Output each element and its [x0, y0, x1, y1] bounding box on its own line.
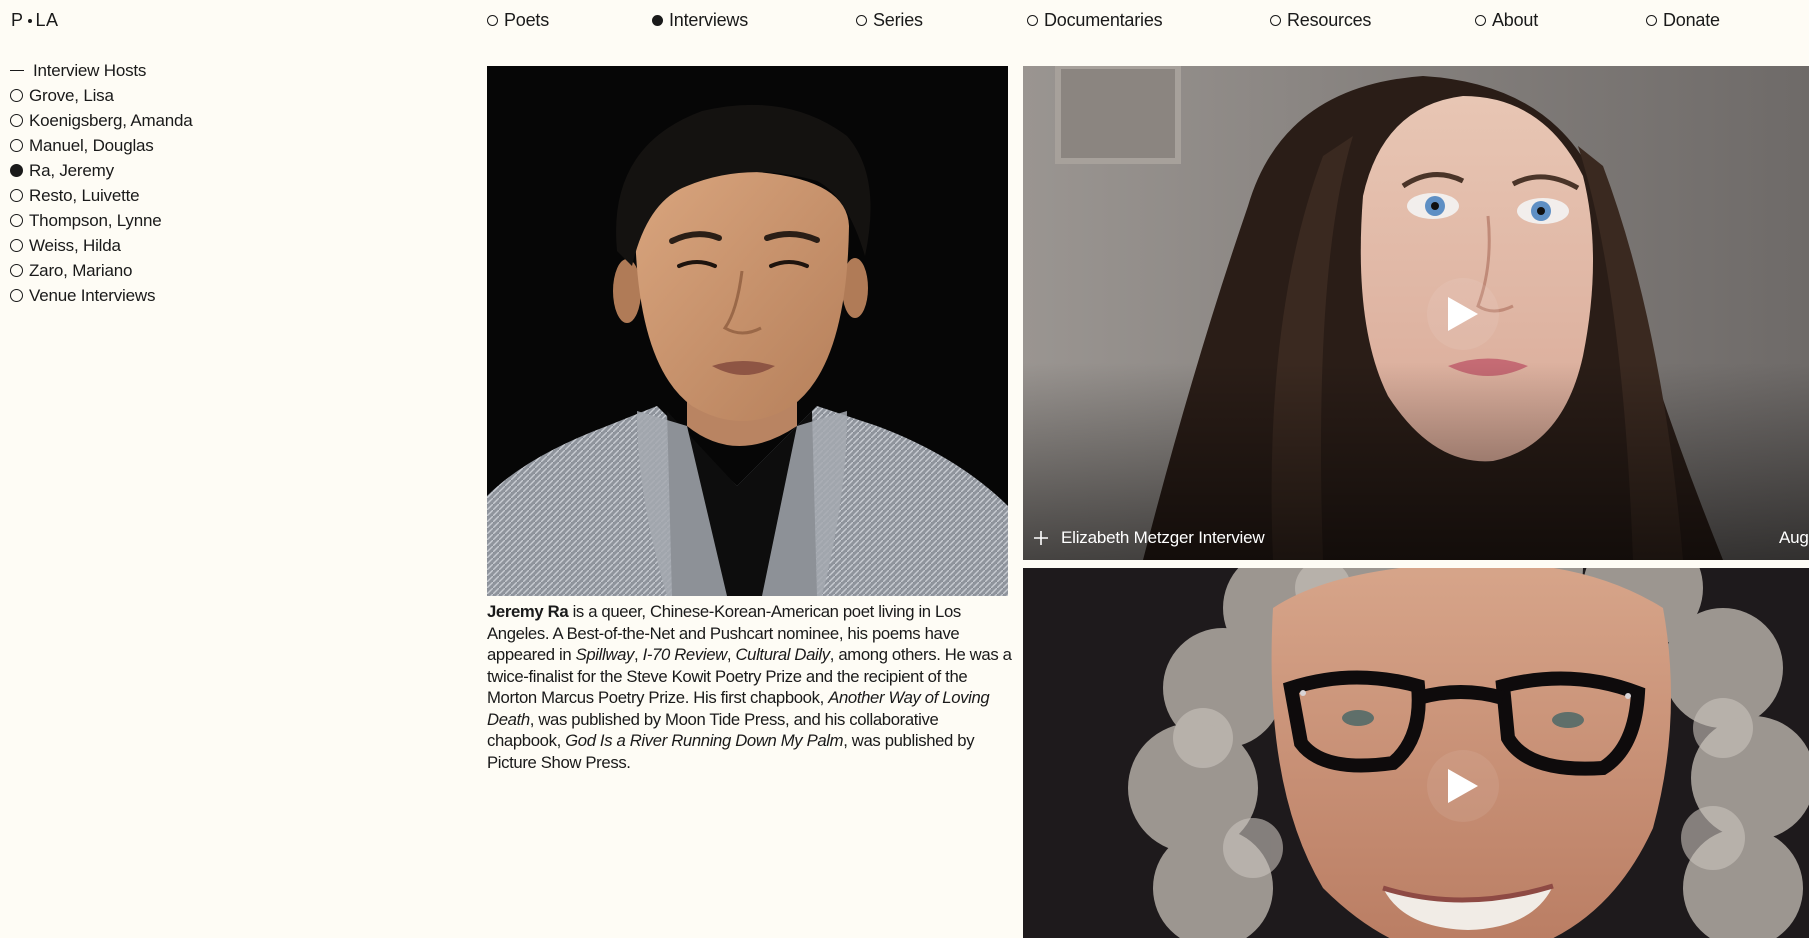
- host-portrait-illustration: [487, 66, 1008, 596]
- bio-text-segment: ,: [634, 645, 643, 664]
- sidebar-item-ra-jeremy[interactable]: Ra, Jeremy: [10, 158, 270, 183]
- sidebar-item-label: Koenigsberg, Amanda: [29, 110, 193, 130]
- nav-label: Series: [873, 10, 923, 30]
- sidebar-item-label: Grove, Lisa: [29, 85, 114, 105]
- video-title: Elizabeth Metzger Interview: [1061, 528, 1265, 547]
- sidebar-heading[interactable]: Interview Hosts: [10, 58, 270, 83]
- logo-letter-p: P: [11, 10, 24, 30]
- radio-filled-icon: [10, 164, 23, 177]
- radio-empty-icon: [10, 214, 23, 227]
- plus-icon: [1034, 531, 1048, 545]
- sidebar-item-label: Manuel, Douglas: [29, 135, 154, 155]
- play-icon: [1448, 769, 1478, 803]
- nav-label: Resources: [1287, 10, 1372, 30]
- radio-filled-icon: [652, 15, 663, 26]
- radio-empty-icon: [1475, 15, 1486, 26]
- sidebar-item-label: Ra, Jeremy: [29, 160, 114, 180]
- sidebar-item-label: Zaro, Mariano: [29, 260, 133, 280]
- radio-empty-icon: [10, 114, 23, 127]
- host-portrait-photo: [487, 66, 1008, 596]
- nav-label: Donate: [1663, 10, 1720, 30]
- sidebar-item-venue-interviews[interactable]: Venue Interviews: [10, 283, 270, 308]
- nav-item-poets[interactable]: Poets: [487, 10, 549, 31]
- video-thumbnail: [1023, 66, 1809, 560]
- radio-empty-icon: [10, 139, 23, 152]
- sidebar-item-label: Venue Interviews: [29, 285, 156, 305]
- host-name: Jeremy Ra: [487, 602, 569, 621]
- sidebar-item-resto-luivette[interactable]: Resto, Luivette: [10, 183, 270, 208]
- nav-item-resources[interactable]: Resources: [1270, 10, 1371, 31]
- play-button[interactable]: [1427, 750, 1499, 822]
- sidebar-heading-label: Interview Hosts: [33, 60, 147, 80]
- radio-empty-icon: [1027, 15, 1038, 26]
- video-card-second[interactable]: [1023, 568, 1809, 938]
- play-button[interactable]: [1427, 278, 1499, 350]
- radio-empty-icon: [10, 264, 23, 277]
- sidebar-item-label: Thompson, Lynne: [29, 210, 162, 230]
- bio-title-italic: God Is a River Running Down My Palm: [565, 731, 844, 750]
- radio-empty-icon: [10, 239, 23, 252]
- play-icon: [1448, 297, 1478, 331]
- nav-item-documentaries[interactable]: Documentaries: [1027, 10, 1163, 31]
- video-date: Aug: [1779, 528, 1809, 547]
- sidebar-item-label: Weiss, Hilda: [29, 235, 121, 255]
- nav-label: About: [1492, 10, 1539, 30]
- nav-item-donate[interactable]: Donate: [1646, 10, 1720, 31]
- sidebar-item-koenigsberg-amanda[interactable]: Koenigsberg, Amanda: [10, 108, 270, 133]
- logo-dot: [27, 18, 32, 23]
- radio-empty-icon: [856, 15, 867, 26]
- collapse-dash-icon: [10, 69, 24, 72]
- site-logo[interactable]: P LA: [11, 10, 59, 31]
- nav-item-about[interactable]: About: [1475, 10, 1538, 31]
- radio-empty-icon: [10, 89, 23, 102]
- host-bio-text: is a queer, Chinese-Korean-American poet…: [487, 602, 1012, 772]
- sidebar-item-grove-lisa[interactable]: Grove, Lisa: [10, 83, 270, 108]
- interview-hosts-sidebar: Interview Hosts Grove, Lisa Koenigsberg,…: [10, 58, 270, 308]
- radio-empty-icon: [487, 15, 498, 26]
- bio-title-italic: I-70 Review: [642, 645, 728, 664]
- nav-item-interviews[interactable]: Interviews: [652, 10, 748, 31]
- radio-empty-icon: [1270, 15, 1281, 26]
- nav-item-series[interactable]: Series: [856, 10, 923, 31]
- sidebar-item-zaro-mariano[interactable]: Zaro, Mariano: [10, 258, 270, 283]
- nav-label: Interviews: [669, 10, 749, 30]
- nav-label: Poets: [504, 10, 550, 30]
- radio-empty-icon: [1646, 15, 1657, 26]
- sidebar-item-thompson-lynne[interactable]: Thompson, Lynne: [10, 208, 270, 233]
- bio-title-italic: Cultural Daily: [735, 645, 830, 664]
- radio-empty-icon: [10, 189, 23, 202]
- sidebar-item-weiss-hilda[interactable]: Weiss, Hilda: [10, 233, 270, 258]
- video-thumbnail: [1023, 568, 1809, 938]
- video-card-elizabeth-metzger[interactable]: Elizabeth Metzger Interview Aug: [1023, 66, 1809, 560]
- host-bio: Jeremy Ra is a queer, Chinese-Korean-Ame…: [487, 601, 1012, 773]
- nav-label: Documentaries: [1044, 10, 1163, 30]
- video-caption[interactable]: Elizabeth Metzger Interview: [1033, 528, 1265, 548]
- sidebar-item-manuel-douglas[interactable]: Manuel, Douglas: [10, 133, 270, 158]
- sidebar-item-label: Resto, Luivette: [29, 185, 140, 205]
- radio-empty-icon: [10, 289, 23, 302]
- bio-title-italic: Spillway: [575, 645, 635, 664]
- logo-letter-la: LA: [35, 10, 59, 30]
